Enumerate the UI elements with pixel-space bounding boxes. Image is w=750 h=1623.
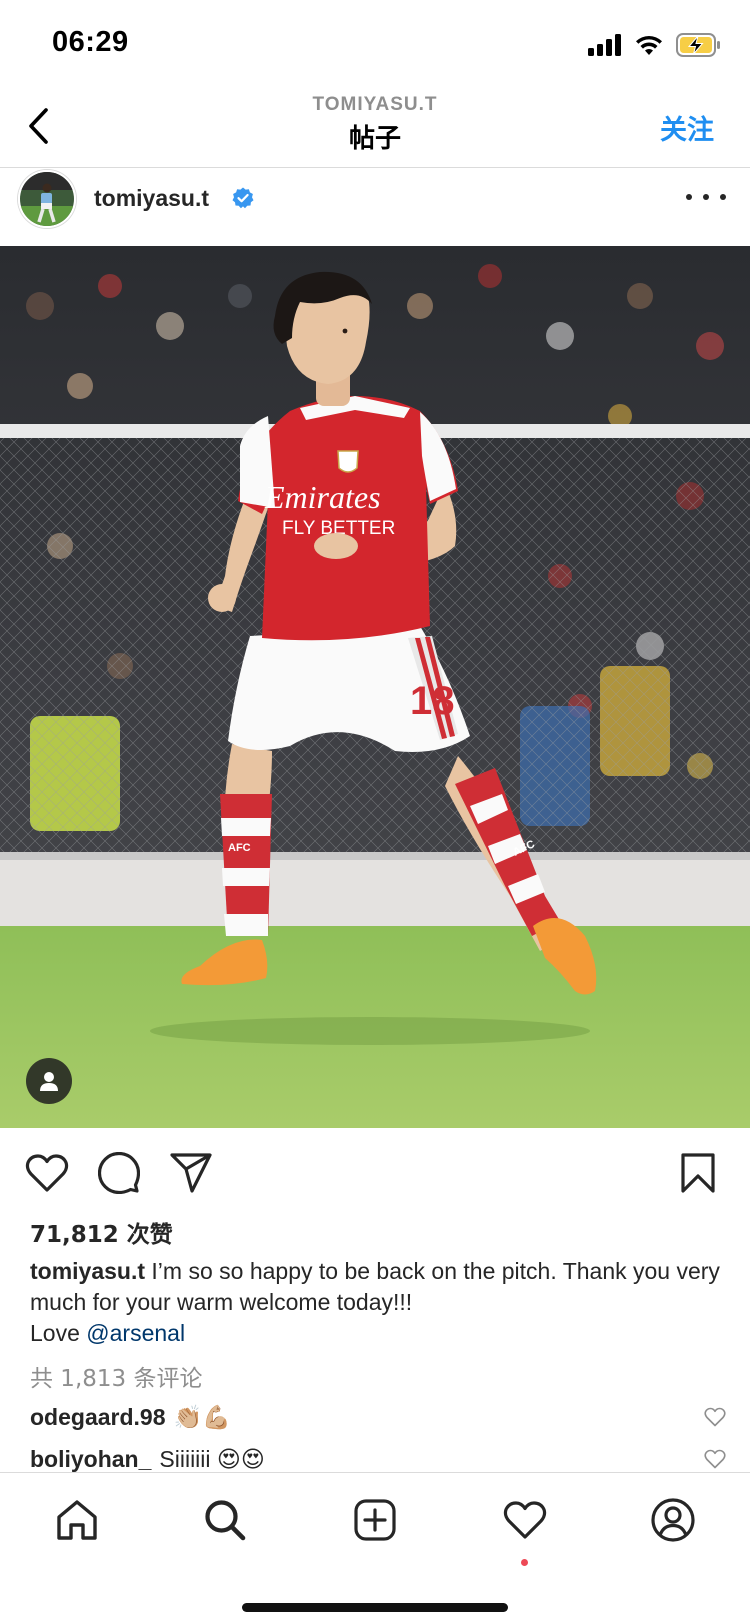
post-image: 18 Emirates FLY BETTER AFC AFC [0, 246, 750, 1128]
sock-text-front: AFC [228, 842, 251, 854]
comment-text: 👏🏼💪🏼 [173, 1403, 231, 1430]
share-icon [170, 1153, 212, 1193]
chevron-left-icon [29, 108, 48, 144]
status-icons [588, 30, 722, 60]
comment-icon [98, 1152, 140, 1194]
status-bar: 06:29 [0, 0, 750, 90]
comment-like-icon[interactable] [704, 1448, 726, 1470]
comment-button[interactable] [96, 1150, 142, 1196]
post-photo[interactable]: 18 Emirates FLY BETTER AFC AFC [0, 246, 750, 1128]
comment-row: boliyohan_ Siiiiiii 😍😍 [30, 1442, 730, 1476]
heart-icon [25, 1154, 69, 1192]
author-username[interactable]: tomiyasu.t [94, 185, 209, 212]
verified-badge-icon [232, 187, 254, 209]
activity-heart-icon [503, 1501, 547, 1539]
comment-like-icon[interactable] [704, 1406, 726, 1428]
home-indicator[interactable] [242, 1603, 508, 1612]
shirt-sponsor: Emirates [264, 479, 381, 515]
wifi-icon [636, 35, 662, 55]
caption-love: Love [30, 1320, 87, 1346]
like-button[interactable] [24, 1150, 70, 1196]
nav-home[interactable] [52, 1495, 102, 1545]
caption-username[interactable]: tomiyasu.t [30, 1258, 145, 1284]
tagged-users-button[interactable] [26, 1058, 72, 1104]
header-username: TOMIYASU.T [312, 94, 438, 115]
status-time: 06:29 [52, 26, 129, 58]
view-all-comments[interactable]: 共 1,813 条评论 [30, 1359, 202, 1393]
battery-charging-icon [676, 33, 720, 57]
user-tag-icon [40, 1072, 58, 1091]
comment-text: Siiiiiii 😍😍 [159, 1445, 265, 1472]
cellular-signal-icon [588, 34, 621, 56]
caption-mention[interactable]: @arsenal [86, 1320, 185, 1346]
activity-notification-dot [521, 1559, 528, 1566]
back-button[interactable] [18, 104, 58, 148]
new-post-icon [354, 1499, 396, 1541]
more-horizontal-icon [686, 194, 692, 200]
header-center: TOMIYASU.T 帖子 [0, 94, 750, 155]
home-icon [57, 1500, 97, 1540]
search-icon [205, 1500, 246, 1541]
nav-new-post[interactable] [350, 1495, 400, 1545]
bookmark-icon [681, 1153, 715, 1193]
save-button[interactable] [675, 1150, 721, 1196]
bottom-navigation [0, 1472, 750, 1623]
post-actions [0, 1128, 750, 1218]
comment-row: odegaard.98 👏🏼💪🏼 [30, 1400, 730, 1434]
more-options-button[interactable] [686, 182, 726, 212]
post-caption: tomiyasu.t I’m so so happy to be back on… [30, 1256, 730, 1349]
likes-count[interactable]: 71,812 次赞 [30, 1215, 173, 1249]
nav-search[interactable] [200, 1495, 250, 1545]
nav-profile[interactable] [648, 1495, 698, 1545]
share-button[interactable] [168, 1150, 214, 1196]
comment-username[interactable]: odegaard.98 [30, 1404, 166, 1431]
post-author-row: tomiyasu.t [0, 168, 750, 246]
page-title: 帖子 [348, 124, 401, 154]
follow-button[interactable]: 关注 [660, 108, 714, 147]
post-header: TOMIYASU.T 帖子 关注 [0, 90, 750, 168]
avatar[interactable] [18, 170, 76, 228]
comment-username[interactable]: boliyohan_ [30, 1446, 151, 1473]
profile-icon [651, 1498, 695, 1542]
shorts-number: 18 [410, 679, 455, 723]
nav-activity[interactable] [500, 1495, 550, 1545]
